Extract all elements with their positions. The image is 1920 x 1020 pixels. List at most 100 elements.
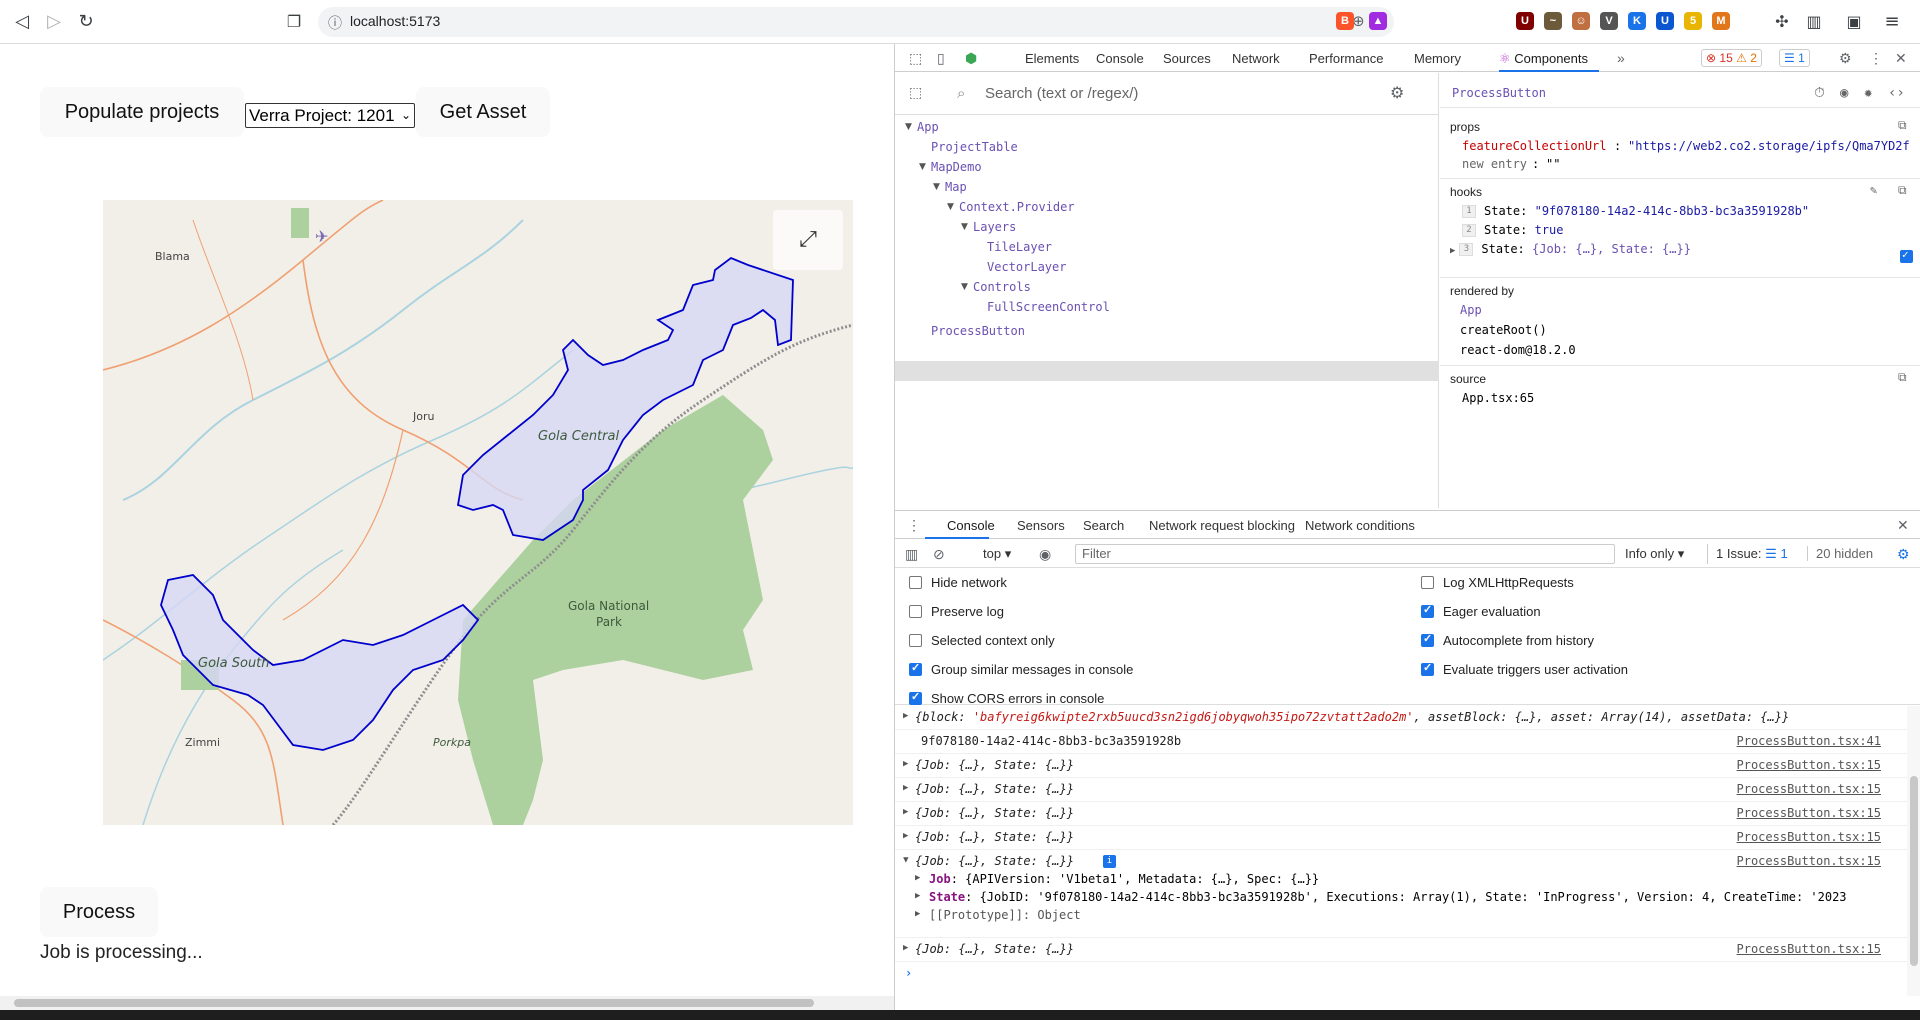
log-source-link[interactable]: ProcessButton.tsx:41 [1737, 734, 1882, 748]
back-icon[interactable]: ◁ [10, 10, 34, 34]
bookmark-icon[interactable]: ❐ [282, 10, 306, 34]
tab-components[interactable]: Components [1514, 51, 1588, 66]
error-count-badge[interactable]: ⊗ 15 ⚠ 2 [1701, 49, 1762, 67]
expand-arrow-icon[interactable]: ▶ [915, 909, 920, 919]
log-entry-job[interactable]: ▶ {Job: {…}, State: {…}} ProcessButton.tsx… [895, 778, 1907, 802]
collapse-arrow-icon[interactable]: ▶ [901, 857, 911, 862]
log-entry-job[interactable]: ▶ {Job: {…}, State: {…}} ProcessButton.tsx… [895, 754, 1907, 778]
expand-arrow-icon[interactable]: ▶ [903, 943, 908, 953]
page-horizontal-scrollbar[interactable] [0, 996, 894, 1010]
bug-icon[interactable]: ✹ [1864, 85, 1872, 101]
setting-checkbox[interactable] [909, 576, 922, 589]
address-bar[interactable]: ⓘ localhost:5173 ⊕ ⇪ [318, 7, 1394, 37]
menu-icon[interactable]: ≡ [1880, 10, 1904, 34]
copy-icon[interactable]: ⧉ [1898, 118, 1907, 133]
rendered-by-app[interactable]: App [1460, 303, 1482, 317]
tab-console[interactable]: Console [1096, 51, 1144, 66]
log-source-link[interactable]: ProcessButton.tsx:15 [1737, 830, 1882, 844]
metamask-icon[interactable]: M [1712, 12, 1730, 30]
eye-icon[interactable]: ◉ [1039, 546, 1051, 563]
setting-option[interactable]: Group similar messages in console [909, 661, 1133, 677]
magic-wand-icon[interactable]: ✎ [1870, 183, 1877, 197]
context-select[interactable]: top ▾ [983, 546, 1011, 562]
process-button[interactable]: Process [40, 887, 158, 937]
select-element-icon[interactable]: ⬚ [909, 85, 922, 101]
setting-option[interactable]: Show CORS errors in console [909, 690, 1104, 706]
map-view[interactable]: ✈ Blama Joru Zimmi Porkpa Gola Central G… [103, 200, 853, 825]
inspect-element-icon[interactable]: ⬚ [909, 50, 922, 67]
tree-expand-arrow-icon[interactable]: ▼ [933, 182, 940, 192]
log-source-link[interactable]: ProcessButton.tsx:15 [1737, 854, 1882, 868]
reload-icon[interactable]: ↻ [74, 10, 98, 34]
drawer-tab-sensors[interactable]: Sensors [1017, 518, 1065, 533]
fullscreen-icon[interactable]: ⤢ [773, 210, 843, 270]
tab-components-wrapper[interactable]: ⚛ Components [1499, 51, 1588, 67]
setting-checkbox[interactable] [909, 661, 922, 676]
log-source-link[interactable]: ProcessButton.tsx:15 [1737, 758, 1882, 772]
issue-badge[interactable]: ☰ 1 [1779, 49, 1810, 67]
log-entry-job[interactable]: ▶ {Job: {…}, State: {…}} ProcessButton.tsx… [895, 826, 1907, 850]
map-canvas[interactable]: ✈ Blama Joru Zimmi Porkpa Gola Central G… [103, 200, 853, 825]
tree-node[interactable]: MapDemo [931, 157, 982, 177]
tree-node[interactable]: TileLayer [987, 237, 1052, 257]
ext5-icon[interactable]: K [1628, 12, 1646, 30]
tree-node[interactable]: Controls [973, 277, 1031, 297]
get-asset-button[interactable]: Get Asset [416, 87, 550, 137]
expand-arrow-icon[interactable]: ▶ [903, 831, 908, 841]
hook-checkbox[interactable] [1900, 248, 1913, 263]
setting-checkbox[interactable] [909, 690, 922, 705]
setting-option[interactable]: Evaluate triggers user activation [1421, 661, 1628, 677]
wallet-icon[interactable]: ▣ [1842, 10, 1866, 34]
expand-arrow-icon[interactable]: ▶ [915, 891, 920, 901]
ublock-icon[interactable]: U [1516, 12, 1534, 30]
issues-button[interactable]: 1 Issue: ☰ 1 [1707, 544, 1788, 564]
source-location[interactable]: App.tsx:65 [1462, 391, 1534, 405]
sidebar-toggle-icon[interactable]: ▥ [905, 546, 918, 563]
hook-row[interactable]: 2 State: true [1462, 223, 1564, 237]
tab-memory[interactable]: Memory [1414, 51, 1461, 66]
puzzle-icon[interactable]: ✣ [1770, 10, 1794, 34]
setting-checkbox[interactable] [1421, 576, 1434, 589]
tree-expand-arrow-icon[interactable]: ▼ [947, 202, 954, 212]
expand-arrow-icon[interactable]: ▶ [903, 783, 908, 793]
tree-expand-arrow-icon[interactable]: ▼ [905, 122, 912, 132]
expand-arrow-icon[interactable]: ▶ [903, 711, 908, 721]
close-drawer-icon[interactable]: ✕ [1897, 517, 1909, 534]
log-level-select[interactable]: Info only ▾ [1625, 546, 1684, 562]
setting-checkbox[interactable] [1421, 661, 1434, 676]
forward-icon[interactable]: ▷ [42, 10, 66, 34]
tab-elements[interactable]: Elements [1025, 51, 1079, 66]
console-settings-icon[interactable]: ⚙ [1897, 546, 1910, 563]
copy-icon[interactable]: ⧉ [1898, 370, 1907, 385]
hook-row[interactable]: ▶ 3 State: {Job: {…}, State: {…}} [1450, 242, 1691, 256]
drawer-tab-search[interactable]: Search [1083, 518, 1124, 533]
log-entry-block[interactable]: ▶ {block: 'bafyreig6kwipte2rxb5uucd3sn2i… [895, 706, 1907, 730]
log-source-link[interactable]: ProcessButton.tsx:15 [1737, 806, 1882, 820]
tree-expand-arrow-icon[interactable]: ▼ [919, 162, 926, 172]
setting-option[interactable]: Log XMLHttpRequests [1421, 575, 1574, 590]
url-text[interactable]: localhost:5173 [350, 13, 440, 29]
tree-node[interactable]: Layers [973, 217, 1016, 237]
drawer-tab-network-conditions[interactable]: Network conditions [1305, 518, 1415, 533]
setting-checkbox[interactable] [909, 605, 922, 618]
copy-icon[interactable]: ⧉ [1898, 183, 1907, 198]
console-vertical-scrollbar[interactable] [1907, 706, 1920, 996]
tab-performance[interactable]: Performance [1309, 51, 1383, 66]
tree-node[interactable]: ProjectTable [931, 137, 1018, 157]
setting-option[interactable]: Hide network [909, 575, 1007, 590]
tree-search-input[interactable]: Search (text or /regex/) [985, 85, 1138, 102]
tree-settings-icon[interactable]: ⚙ [1390, 83, 1404, 102]
scroll-thumb[interactable] [1910, 776, 1918, 966]
clear-console-icon[interactable]: ⊘ [933, 546, 945, 563]
tree-expand-arrow-icon[interactable]: ▼ [961, 282, 968, 292]
tab-sources[interactable]: Sources [1163, 51, 1211, 66]
drawer-tab-console[interactable]: Console [947, 518, 995, 533]
eye-icon[interactable]: ◉ [1840, 85, 1848, 101]
tree-node[interactable]: Context.Provider [959, 197, 1075, 217]
drawer-menu-icon[interactable]: ⋮ [907, 517, 921, 534]
new-entry-value[interactable]: "" [1546, 157, 1560, 171]
hook-row[interactable]: 1 State: "9f078180-14a2-414c-8bb3-bc3a359… [1462, 204, 1809, 218]
log-source-link[interactable]: ProcessButton.tsx:15 [1737, 942, 1882, 956]
kebab-menu-icon[interactable]: ⋮ [1869, 50, 1883, 67]
info-icon[interactable]: i [1103, 855, 1116, 868]
